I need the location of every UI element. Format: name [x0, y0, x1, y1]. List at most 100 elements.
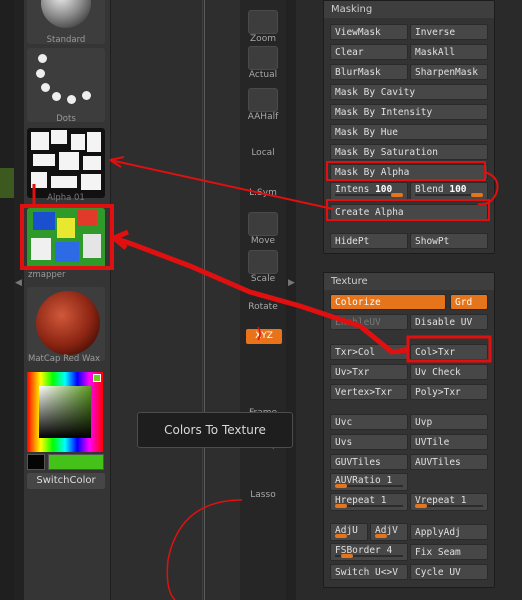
grd-button[interactable]: Grd: [450, 294, 488, 310]
viewport-fragment: [0, 168, 14, 198]
move-button[interactable]: Move: [246, 212, 280, 246]
lsym-label: L.Sym: [249, 188, 277, 198]
frame-line: [202, 0, 203, 600]
sharpenmask-button[interactable]: SharpenMask: [410, 64, 488, 80]
main-color-swatch[interactable]: [48, 454, 104, 470]
mask-by-intensity-button[interactable]: Mask By Intensity: [330, 104, 488, 120]
alpha-patch: [51, 176, 77, 188]
stroke-dots-thumb[interactable]: [27, 48, 105, 122]
vrepeat-slider[interactable]: Vrepeat 1: [410, 493, 488, 511]
texture-title[interactable]: Texture: [324, 273, 494, 290]
hrepeat-slider[interactable]: Hrepeat 1: [330, 493, 408, 511]
slider-knob[interactable]: [391, 193, 403, 197]
slider-knob[interactable]: [471, 193, 483, 197]
thumb-label-zmapper: zmapper: [28, 270, 66, 280]
mask-by-saturation-button[interactable]: Mask By Saturation: [330, 144, 488, 160]
texture-thumb[interactable]: [27, 208, 105, 268]
vertex-to-txr-button[interactable]: Vertex>Txr: [330, 384, 408, 400]
dot-icon: [67, 95, 76, 104]
thumb-label-standard: Standard: [46, 35, 86, 45]
slider-knob[interactable]: [335, 534, 347, 538]
uvp-button[interactable]: Uvp: [410, 414, 488, 430]
intens-slider[interactable]: Intens 100: [330, 182, 408, 200]
blurmask-button[interactable]: BlurMask: [330, 64, 408, 80]
alpha-patch: [87, 132, 101, 152]
mask-by-cavity-button[interactable]: Mask By Cavity: [330, 84, 488, 100]
move-label: Move: [250, 236, 276, 246]
frame-icon: [248, 388, 278, 408]
lasso-button[interactable]: Lasso: [246, 472, 280, 500]
dot-icon: [82, 91, 91, 100]
uvs-button[interactable]: Uvs: [330, 434, 408, 450]
switch-uv-button[interactable]: Switch U<>V: [330, 564, 408, 580]
alpha-thumb[interactable]: [27, 128, 105, 198]
right-tray-handle[interactable]: ▶: [286, 0, 296, 600]
mask-by-hue-button[interactable]: Mask By Hue: [330, 124, 488, 140]
auvtiles-button[interactable]: AUVTiles: [410, 454, 488, 470]
color-picker[interactable]: [27, 372, 103, 452]
create-alpha-button[interactable]: Create Alpha: [330, 204, 488, 220]
colorize-button[interactable]: Colorize: [330, 294, 446, 310]
mask-by-alpha-button[interactable]: Mask By Alpha: [330, 164, 488, 180]
local-button[interactable]: Local: [246, 136, 280, 158]
fix-seam-button[interactable]: Fix Seam: [410, 544, 488, 560]
secondary-color-swatch[interactable]: [27, 454, 45, 470]
slider-knob[interactable]: [335, 484, 347, 488]
local-icon: [248, 136, 278, 148]
slider-knob[interactable]: [335, 504, 347, 508]
local-label: Local: [251, 148, 275, 158]
uv-check-button[interactable]: Uv Check: [410, 364, 488, 380]
actual-icon: [248, 46, 278, 70]
slider-knob[interactable]: [375, 534, 387, 538]
uv-to-txr-button[interactable]: Uv>Txr: [330, 364, 408, 380]
inverse-button[interactable]: Inverse: [410, 24, 488, 40]
enable-uv-button[interactable]: EnableUV: [330, 314, 408, 330]
showpt-button[interactable]: ShowPt: [410, 233, 488, 249]
masking-title[interactable]: Masking: [324, 1, 494, 18]
dot-icon: [52, 92, 61, 101]
alpha-patch: [51, 130, 67, 144]
txr-to-col-button[interactable]: Txr>Col: [330, 344, 408, 360]
disable-uv-button[interactable]: Disable UV: [410, 314, 488, 330]
document-canvas[interactable]: [110, 0, 240, 600]
applyadj-button[interactable]: ApplyAdj: [410, 524, 488, 540]
texture-patch: [31, 238, 51, 260]
zoom-button[interactable]: Zoom: [246, 10, 280, 44]
cycle-uv-button[interactable]: Cycle UV: [410, 564, 488, 580]
frame-line: [204, 0, 205, 600]
texture-patch: [77, 210, 97, 226]
texture-patch: [55, 242, 79, 262]
scale-button[interactable]: Scale: [246, 250, 280, 284]
poly-to-txr-button[interactable]: Poly>Txr: [410, 384, 488, 400]
viewmask-button[interactable]: ViewMask: [330, 24, 408, 40]
slider-knob[interactable]: [341, 554, 353, 558]
col-to-txr-button[interactable]: Col>Txr: [410, 344, 488, 360]
uvc-button[interactable]: Uvc: [330, 414, 408, 430]
fsborder-slider[interactable]: FSBorder 4: [330, 543, 408, 561]
switch-color-button[interactable]: SwitchColor: [27, 473, 105, 489]
auvratio-slider[interactable]: AUVRatio 1: [330, 473, 408, 491]
rotate-button[interactable]: Rotate: [246, 288, 280, 312]
adju-slider[interactable]: AdjU: [330, 523, 368, 541]
rotate-label: Rotate: [248, 302, 278, 312]
tray-arrow-icon: ▶: [288, 278, 295, 288]
hidept-button[interactable]: HidePt: [330, 233, 408, 249]
left-tray-handle[interactable]: ◀: [14, 0, 24, 600]
lsym-button[interactable]: L.Sym: [246, 178, 280, 198]
clear-button[interactable]: Clear: [330, 44, 408, 60]
actual-button[interactable]: Actual: [246, 46, 280, 80]
slider-knob[interactable]: [415, 504, 427, 508]
texture-patch: [33, 212, 55, 230]
blend-slider[interactable]: Blend 100: [410, 182, 488, 200]
adjv-slider[interactable]: AdjV: [370, 523, 408, 541]
maskall-button[interactable]: MaskAll: [410, 44, 488, 60]
xyz-symmetry-button[interactable]: XYZ: [246, 329, 282, 344]
guvtiles-button[interactable]: GUVTiles: [330, 454, 408, 470]
matcap-thumb[interactable]: [27, 287, 105, 361]
color-gradient-square[interactable]: [39, 386, 91, 438]
alpha-patch: [71, 134, 85, 150]
uvtile-button[interactable]: UVTile: [410, 434, 488, 450]
selected-color-marker: [93, 374, 101, 382]
thumb-label-matcap: MatCap Red Wax: [28, 354, 101, 364]
aahalf-button[interactable]: AAHalf: [246, 88, 280, 122]
